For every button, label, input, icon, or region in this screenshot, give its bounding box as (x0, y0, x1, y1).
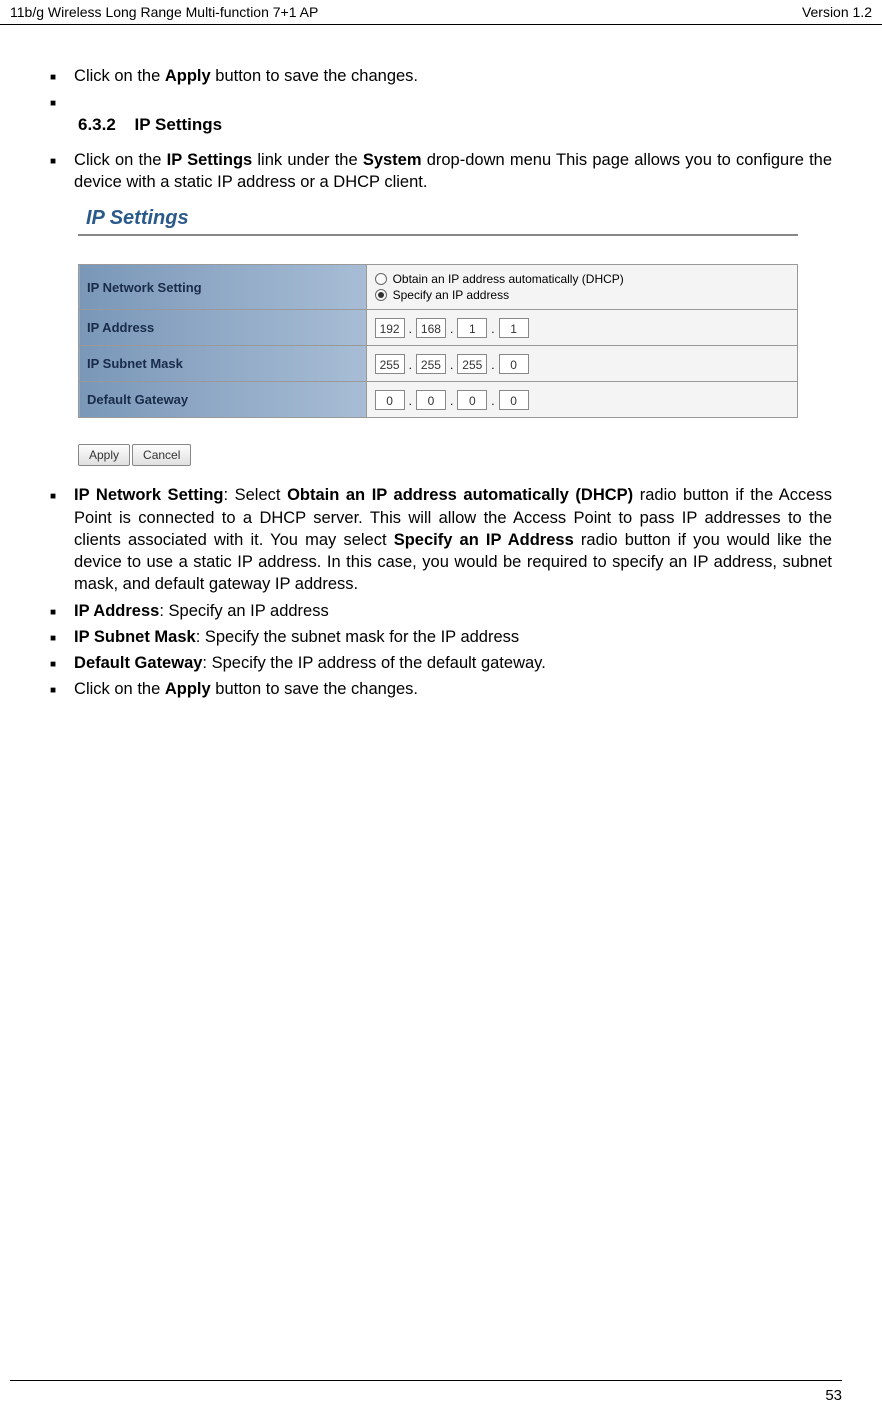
ip-octet-input[interactable]: 255 (416, 354, 446, 374)
row-ip-address: IP Address 192.168.1.1 (79, 310, 798, 346)
subnet-value: 255.255.255.0 (366, 346, 797, 382)
cancel-button[interactable]: Cancel (132, 444, 191, 466)
network-setting-value: Obtain an IP address automatically (DHCP… (366, 265, 797, 310)
row-subnet-mask: IP Subnet Mask 255.255.255.0 (79, 346, 798, 382)
radio-label: Specify an IP address (393, 288, 510, 302)
bullet-marker-icon: ■ (50, 658, 56, 672)
radio-icon (375, 289, 387, 301)
bullet-apply-2: ■ Click on the Apply button to save the … (50, 678, 832, 700)
bullet-ip-network-setting: ■ IP Network Setting: Select Obtain an I… (50, 484, 832, 595)
ip-octet-input[interactable]: 0 (416, 390, 446, 410)
bullet-marker-icon: ■ (50, 155, 56, 169)
bullet-ip-address: ■ IP Address: Specify an IP address (50, 600, 832, 622)
gateway-value: 0.0.0.0 (366, 382, 797, 418)
bullet-text: Click on the IP Settings link under the … (74, 149, 832, 194)
button-row: Apply Cancel (78, 444, 798, 466)
radio-static[interactable]: Specify an IP address (375, 288, 789, 302)
bullet-text: Click on the Apply button to save the ch… (74, 678, 418, 700)
ip-octet-input[interactable]: 0 (457, 390, 487, 410)
ip-octet-input[interactable]: 255 (375, 354, 405, 374)
ip-octet-input[interactable]: 0 (375, 390, 405, 410)
bullet-empty: ■ (50, 91, 832, 111)
ip-octet-input[interactable]: 192 (375, 318, 405, 338)
ip-address-value: 192.168.1.1 (366, 310, 797, 346)
bullet-marker-icon: ■ (50, 490, 56, 504)
bullet-subnet-mask: ■ IP Subnet Mask: Specify the subnet mas… (50, 626, 832, 648)
section-number: 6.3.2 (78, 115, 116, 134)
bullet-marker-icon: ■ (50, 606, 56, 620)
title-underline (78, 234, 798, 236)
bullet-text: IP Subnet Mask: Specify the subnet mask … (74, 626, 519, 648)
screenshot-title: IP Settings (78, 207, 798, 230)
apply-button[interactable]: Apply (78, 444, 130, 466)
page-header: 11b/g Wireless Long Range Multi-function… (0, 0, 882, 25)
row-default-gateway: Default Gateway 0.0.0.0 (79, 382, 798, 418)
section-title: IP Settings (135, 115, 223, 134)
page-footer: 53 (10, 1380, 842, 1404)
config-table: IP Network Setting Obtain an IP address … (78, 264, 798, 418)
radio-label: Obtain an IP address automatically (DHCP… (393, 272, 624, 286)
bullet-apply-1: ■ Click on the Apply button to save the … (50, 65, 832, 87)
bullet-text: Default Gateway: Specify the IP address … (74, 652, 546, 674)
header-left: 11b/g Wireless Long Range Multi-function… (10, 4, 318, 20)
bullet-text: IP Address: Specify an IP address (74, 600, 329, 622)
ip-octet-input[interactable]: 0 (499, 354, 529, 374)
gateway-label: Default Gateway (79, 382, 367, 418)
ip-octet-input[interactable]: 168 (416, 318, 446, 338)
page-number: 53 (825, 1387, 842, 1404)
page-content: ■ Click on the Apply button to save the … (0, 25, 882, 701)
header-right: Version 1.2 (802, 4, 872, 20)
bullet-marker-icon: ■ (50, 684, 56, 698)
bullet-default-gateway: ■ Default Gateway: Specify the IP addres… (50, 652, 832, 674)
ip-octet-input[interactable]: 1 (457, 318, 487, 338)
radio-icon (375, 273, 387, 285)
ip-settings-screenshot: IP Settings IP Network Setting Obtain an… (78, 207, 798, 466)
ip-octet-input[interactable]: 255 (457, 354, 487, 374)
ip-octet-input[interactable]: 0 (499, 390, 529, 410)
row-network-setting: IP Network Setting Obtain an IP address … (79, 265, 798, 310)
ip-octet-input[interactable]: 1 (499, 318, 529, 338)
bullet-marker-icon: ■ (50, 632, 56, 646)
section-heading: 6.3.2 IP Settings (78, 115, 832, 135)
bullet-text: IP Network Setting: Select Obtain an IP … (74, 484, 832, 595)
ip-address-label: IP Address (79, 310, 367, 346)
bullet-marker-icon: ■ (50, 97, 56, 111)
subnet-label: IP Subnet Mask (79, 346, 367, 382)
radio-dhcp[interactable]: Obtain an IP address automatically (DHCP… (375, 272, 789, 286)
network-setting-label: IP Network Setting (79, 265, 367, 310)
bullet-text: Click on the Apply button to save the ch… (74, 65, 418, 87)
bullet-ip-settings-link: ■ Click on the IP Settings link under th… (50, 149, 832, 194)
bullet-marker-icon: ■ (50, 71, 56, 85)
